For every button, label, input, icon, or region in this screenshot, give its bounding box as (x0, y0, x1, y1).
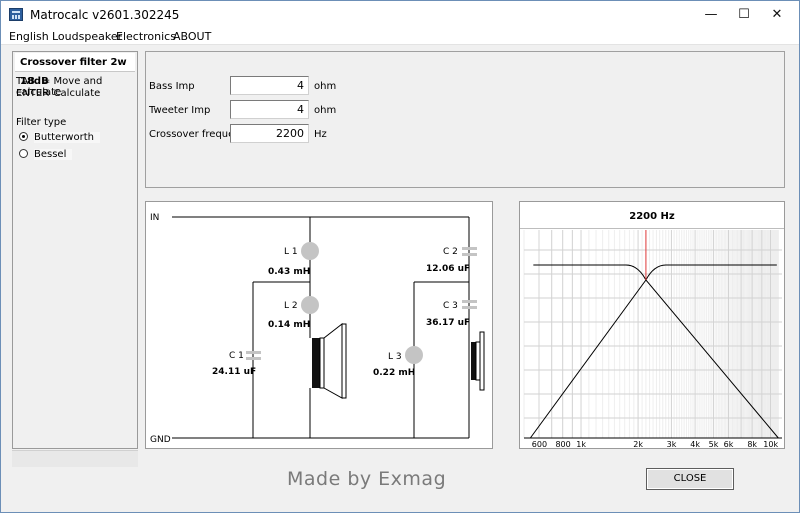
l2-name: L 2 (284, 301, 298, 311)
l2-value: 0.14 mH (268, 320, 310, 330)
menu-about[interactable]: ABOUT (173, 29, 211, 45)
frequency-response-graph: 2200 Hz 600 800 1k 2k 3k 4k 5k 6k 8k 10k (519, 201, 785, 449)
filter-side-panel: Crossover filter 2w 18dB TAB = Move and c… (12, 51, 138, 449)
l1-name: L 1 (284, 247, 298, 257)
inductor-l2-icon (301, 296, 319, 314)
tweeter-imp-label: Tweeter Imp (149, 105, 211, 116)
made-by-label: Made by Exmag (287, 468, 447, 490)
app-window: Matrocalc v2601.302245 — ☐ ✕ English Lou… (0, 0, 800, 513)
hint-key: TAB (16, 76, 36, 87)
bass-imp-label: Bass Imp (149, 81, 195, 92)
menu-english[interactable]: English (9, 29, 49, 45)
x-tick-label: 5k (709, 440, 719, 448)
in-label: IN (150, 213, 159, 223)
tweeter-imp-input[interactable]: 4 (230, 100, 309, 119)
title-bar: Matrocalc v2601.302245 — ☐ ✕ (1, 1, 799, 29)
crossover-schematic: IN GND L 1 0.43 mH L 2 0.14 mH C 1 24.11… (145, 201, 493, 449)
woofer-speaker-icon (312, 322, 347, 399)
l3-value: 0.22 mH (373, 368, 415, 378)
radio-unselected-icon[interactable] (19, 149, 28, 158)
menu-loudspeaker[interactable]: Loudspeaker (52, 29, 122, 45)
crossover-frequency-input[interactable]: 2200 (230, 124, 309, 143)
c1-value: 24.11 uF (212, 367, 256, 377)
x-tick-label: 10k (763, 440, 778, 448)
tweeter-imp-unit: ohm (314, 105, 337, 116)
c1-name: C 1 (229, 351, 244, 361)
panel-title: Crossover filter 2w 18dB (15, 53, 135, 87)
tweeter-speaker-icon (471, 331, 485, 391)
x-tick-label: 3k (667, 440, 677, 448)
inductor-l3-icon (405, 346, 423, 364)
radio-butterworth[interactable]: Butterworth (19, 131, 100, 145)
x-tick-label: 8k (747, 440, 757, 448)
menu-bar: English Loudspeaker Electronics ABOUT (1, 29, 799, 45)
radio-selected-icon[interactable] (19, 132, 28, 141)
schematic-drawing: IN GND L 1 0.43 mH L 2 0.14 mH C 1 24.11… (150, 213, 485, 445)
menu-electronics[interactable]: Electronics (116, 29, 176, 45)
x-tick-label: 6k (724, 440, 734, 448)
c3-name: C 3 (443, 301, 458, 311)
calculator-app-icon (9, 8, 23, 21)
bass-imp-unit: ohm (314, 81, 337, 92)
l3-name: L 3 (388, 352, 402, 362)
x-tick-label: 2k (633, 440, 643, 448)
radio-bessel[interactable]: Bessel (19, 148, 73, 162)
x-tick-label: 4k (690, 440, 700, 448)
close-button[interactable]: CLOSE (646, 468, 734, 490)
l1-value: 0.43 mH (268, 267, 310, 277)
c2-value: 12.06 uF (426, 264, 470, 274)
hint-enter: ENTER= Calculate (16, 88, 100, 99)
hint-text: = Calculate (42, 88, 101, 99)
input-panel: Bass Imp 4 ohm Tweeter Imp 4 ohm Crossov… (145, 51, 785, 188)
bass-imp-input[interactable]: 4 (230, 76, 309, 95)
crossover-frequency-label: Crossover freque. (149, 129, 238, 140)
x-tick-label: 800 (555, 440, 570, 448)
x-tick-label: 1k (576, 440, 586, 448)
filter-type-label: Filter type (16, 117, 67, 128)
crossover-frequency-unit: Hz (314, 129, 327, 140)
hint-key: ENTER (16, 88, 50, 99)
close-window-button[interactable]: ✕ (754, 1, 800, 29)
left-status-strip (12, 450, 138, 467)
c3-value: 36.17 uF (426, 318, 470, 328)
radio-label-butterworth: Butterworth (34, 132, 100, 143)
inductor-l1-icon (301, 242, 319, 260)
c2-name: C 2 (443, 247, 458, 257)
x-tick-label: 600 (532, 440, 547, 448)
gnd-label: GND (150, 435, 171, 445)
response-plot: 600 800 1k 2k 3k 4k 5k 6k 8k 10k (523, 230, 782, 448)
window-title: Matrocalc v2601.302245 (30, 8, 180, 22)
radio-label-bessel: Bessel (34, 149, 73, 160)
